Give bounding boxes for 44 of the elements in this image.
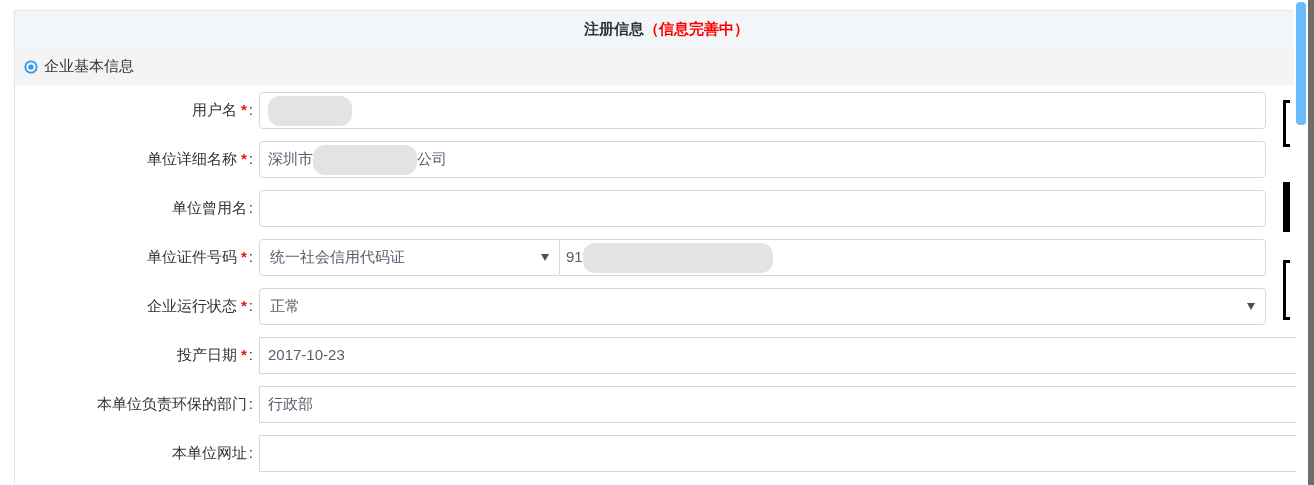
field-value: 2017-10-23 — [268, 345, 345, 366]
select-value: 正常 — [270, 296, 300, 317]
input-field[interactable] — [259, 92, 1266, 129]
field-label: 投产日期 — [177, 345, 237, 366]
field-label: 单位证件号码 — [147, 247, 237, 268]
field-value: 深圳市 — [268, 149, 313, 170]
label-colon: : — [248, 100, 253, 121]
input-field[interactable]: 行政部 — [259, 386, 1296, 423]
input-field[interactable]: 2017-10-23 — [259, 337, 1296, 374]
label-colon: : — [248, 247, 253, 268]
input-field[interactable] — [259, 435, 1296, 472]
select-field[interactable]: 正常 — [259, 288, 1266, 325]
field-label: 单位详细名称 — [147, 149, 237, 170]
select-value: 统一社会信用代码证 — [270, 247, 405, 268]
field-value: 公司 — [417, 149, 447, 170]
panel-title: 注册信息 — [583, 19, 644, 40]
field-label: 本单位负责环保的部门 — [96, 394, 247, 415]
dropdown-caret-icon — [1247, 303, 1255, 310]
radio-dot-icon — [24, 59, 38, 74]
field-value: 行政部 — [268, 394, 313, 415]
required-asterisk: * — [241, 247, 247, 268]
field-label: 用户名 — [192, 100, 237, 121]
input-field[interactable]: 91 — [560, 239, 1266, 276]
field-label: 企业运行状态 — [147, 296, 237, 317]
label-colon: : — [248, 296, 253, 317]
field-value: 91 — [566, 247, 583, 268]
input-field[interactable] — [259, 190, 1266, 227]
required-asterisk: * — [241, 296, 247, 317]
required-asterisk: * — [241, 100, 247, 121]
status-label: （信息完善中） — [644, 19, 749, 40]
label-colon: : — [248, 345, 253, 366]
required-asterisk: * — [241, 345, 247, 366]
required-asterisk: * — [241, 149, 247, 170]
field-label: 本单位网址 — [171, 443, 247, 464]
input-field[interactable]: 深圳市 公司 — [259, 141, 1266, 178]
select-field[interactable]: 统一社会信用代码证 — [259, 239, 560, 276]
label-colon: : — [248, 149, 253, 170]
label-colon: : — [248, 198, 253, 219]
dropdown-caret-icon — [541, 254, 549, 261]
label-colon: : — [248, 394, 253, 415]
scrollbar-thumb[interactable] — [1296, 2, 1306, 125]
label-colon: : — [248, 443, 253, 464]
field-label: 单位曾用名 — [171, 198, 247, 219]
section-title: 企业基本信息 — [44, 56, 134, 77]
